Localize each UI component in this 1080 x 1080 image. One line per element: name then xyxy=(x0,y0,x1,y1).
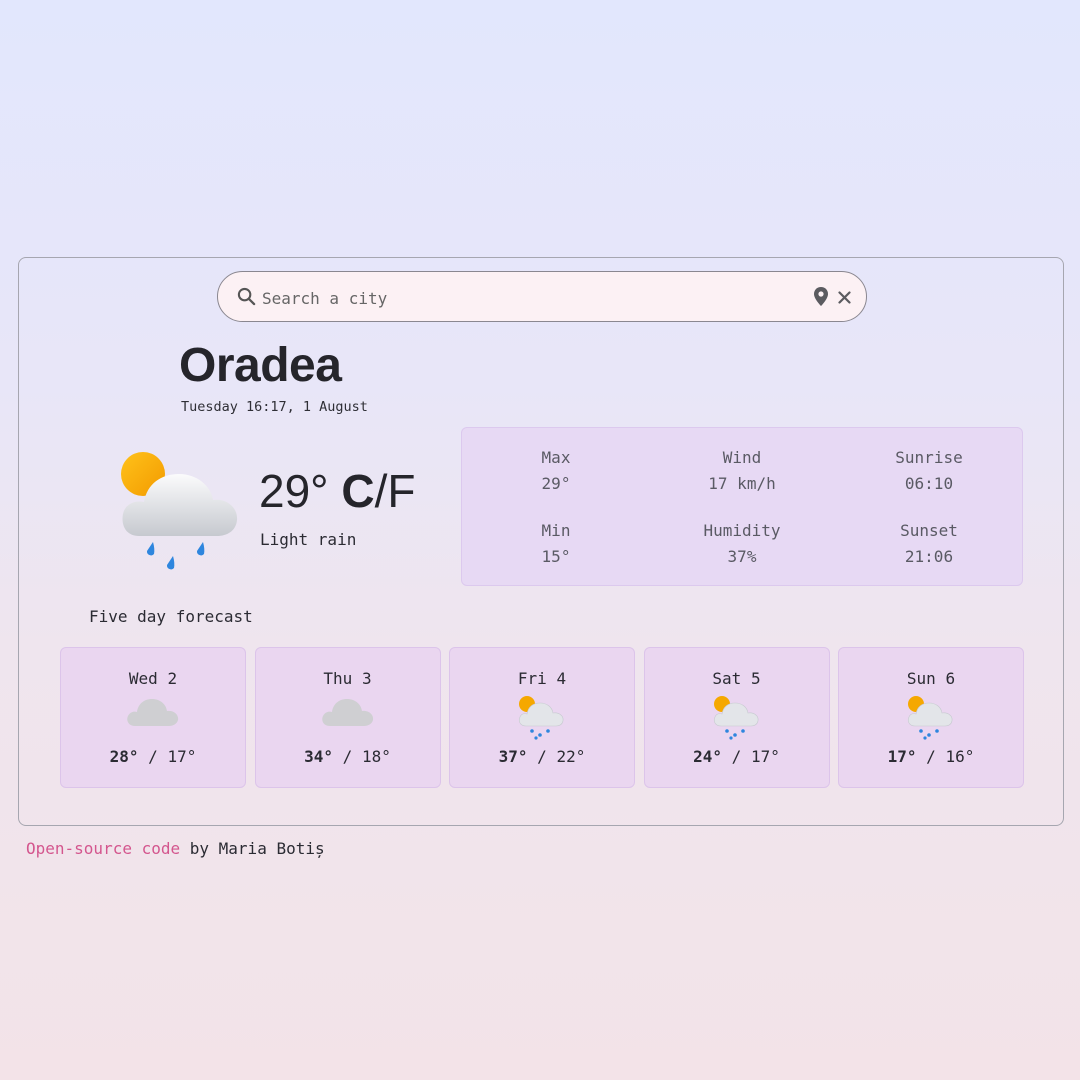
detail-humidity-value: 37% xyxy=(727,547,757,566)
detail-sunset-value: 21:06 xyxy=(904,547,954,566)
unit-celsius-toggle[interactable]: C xyxy=(341,465,374,517)
forecast-high: 34° xyxy=(304,747,334,766)
forecast-day-name: Sun 6 xyxy=(906,669,956,688)
search-icon xyxy=(237,287,256,310)
source-code-link[interactable]: Open-source code xyxy=(26,839,180,858)
forecast-temp-range: 24° / 17° xyxy=(645,747,829,766)
forecast-high: 17° xyxy=(887,747,917,766)
detail-humidity: Humidity 37% xyxy=(662,521,822,566)
detail-sunset-label: Sunset xyxy=(900,521,958,540)
forecast-day-card: Thu 3 34° / 18° xyxy=(254,647,441,788)
forecast-title: Five day forecast xyxy=(89,607,253,626)
forecast-low: 17° xyxy=(167,747,197,766)
forecast-temp-range: 37° / 22° xyxy=(450,747,634,766)
forecast-separator: / xyxy=(148,747,158,766)
detail-max: Max 29° xyxy=(476,448,636,493)
current-datetime: Tuesday 16:17, 1 August xyxy=(181,399,368,415)
location-pin-icon[interactable] xyxy=(814,287,828,310)
forecast-low: 17° xyxy=(750,747,780,766)
current-temperature: 29° C/F xyxy=(259,464,415,518)
search-bar xyxy=(217,271,867,322)
detail-max-label: Max xyxy=(541,448,571,467)
forecast-day-name: Wed 2 xyxy=(128,669,178,688)
detail-sunrise-label: Sunrise xyxy=(895,448,963,467)
detail-wind-label: Wind xyxy=(722,448,762,467)
weather-details-panel: Max 29° Wind 17 km/h Sunrise 06:10 Min 1… xyxy=(461,427,1023,586)
forecast-day-name: Thu 3 xyxy=(323,669,372,688)
detail-max-value: 29° xyxy=(541,474,571,493)
sun-cloud-rain-icon xyxy=(839,694,1023,742)
detail-sunset: Sunset 21:06 xyxy=(849,521,1009,566)
unit-fahrenheit-toggle[interactable]: F xyxy=(387,465,415,517)
sun-cloud-rain-icon xyxy=(450,694,634,742)
detail-min-label: Min xyxy=(541,521,571,540)
sun-cloud-rain-icon xyxy=(645,694,829,742)
detail-wind: Wind 17 km/h xyxy=(662,448,822,493)
footer-author: by Maria Botiș xyxy=(180,839,325,858)
detail-min-value: 15° xyxy=(541,547,571,566)
close-icon[interactable] xyxy=(838,289,851,308)
forecast-day-card: Fri 4 37° / 22° xyxy=(449,647,635,788)
forecast-day-card: Sat 5 24° / 17° xyxy=(643,647,830,788)
forecast-high: 28° xyxy=(109,747,139,766)
forecast-separator: / xyxy=(926,747,936,766)
forecast-temp-range: 17° / 16° xyxy=(839,747,1023,766)
weather-app-card: Oradea Tuesday 16:17, 1 August 29° C/F xyxy=(18,257,1064,826)
footer-credit: Open-source code by Maria Botiș xyxy=(26,839,325,858)
forecast-separator: / xyxy=(342,747,353,766)
unit-separator: / xyxy=(374,465,388,517)
detail-humidity-label: Humidity xyxy=(703,521,781,540)
temperature-value: 29° xyxy=(259,465,329,517)
forecast-low: 16° xyxy=(945,747,975,766)
sun-cloud-rain-icon xyxy=(117,448,247,582)
detail-min: Min 15° xyxy=(476,521,636,566)
forecast-low: 18° xyxy=(361,747,391,766)
city-name: Oradea xyxy=(179,339,342,392)
forecast-separator: / xyxy=(731,747,742,766)
cloud-icon xyxy=(256,694,440,730)
forecast-day-card: Sun 6 17° / 16° xyxy=(838,647,1024,788)
cloud-icon xyxy=(61,694,245,730)
detail-sunrise: Sunrise 06:10 xyxy=(849,448,1009,493)
forecast-high: 24° xyxy=(693,747,723,766)
forecast-day-name: Fri 4 xyxy=(517,669,567,688)
forecast-low: 22° xyxy=(556,747,586,766)
search-input[interactable] xyxy=(260,284,794,312)
forecast-separator: / xyxy=(537,747,547,766)
forecast-day-name: Sat 5 xyxy=(712,669,761,688)
detail-sunrise-value: 06:10 xyxy=(904,474,954,493)
forecast-day-card: Wed 2 28° / 17° xyxy=(60,647,246,788)
forecast-temp-range: 28° / 17° xyxy=(61,747,245,766)
weather-description: Light rain xyxy=(260,530,357,549)
forecast-high: 37° xyxy=(498,747,528,766)
forecast-temp-range: 34° / 18° xyxy=(256,747,440,766)
detail-wind-value: 17 km/h xyxy=(708,474,776,493)
